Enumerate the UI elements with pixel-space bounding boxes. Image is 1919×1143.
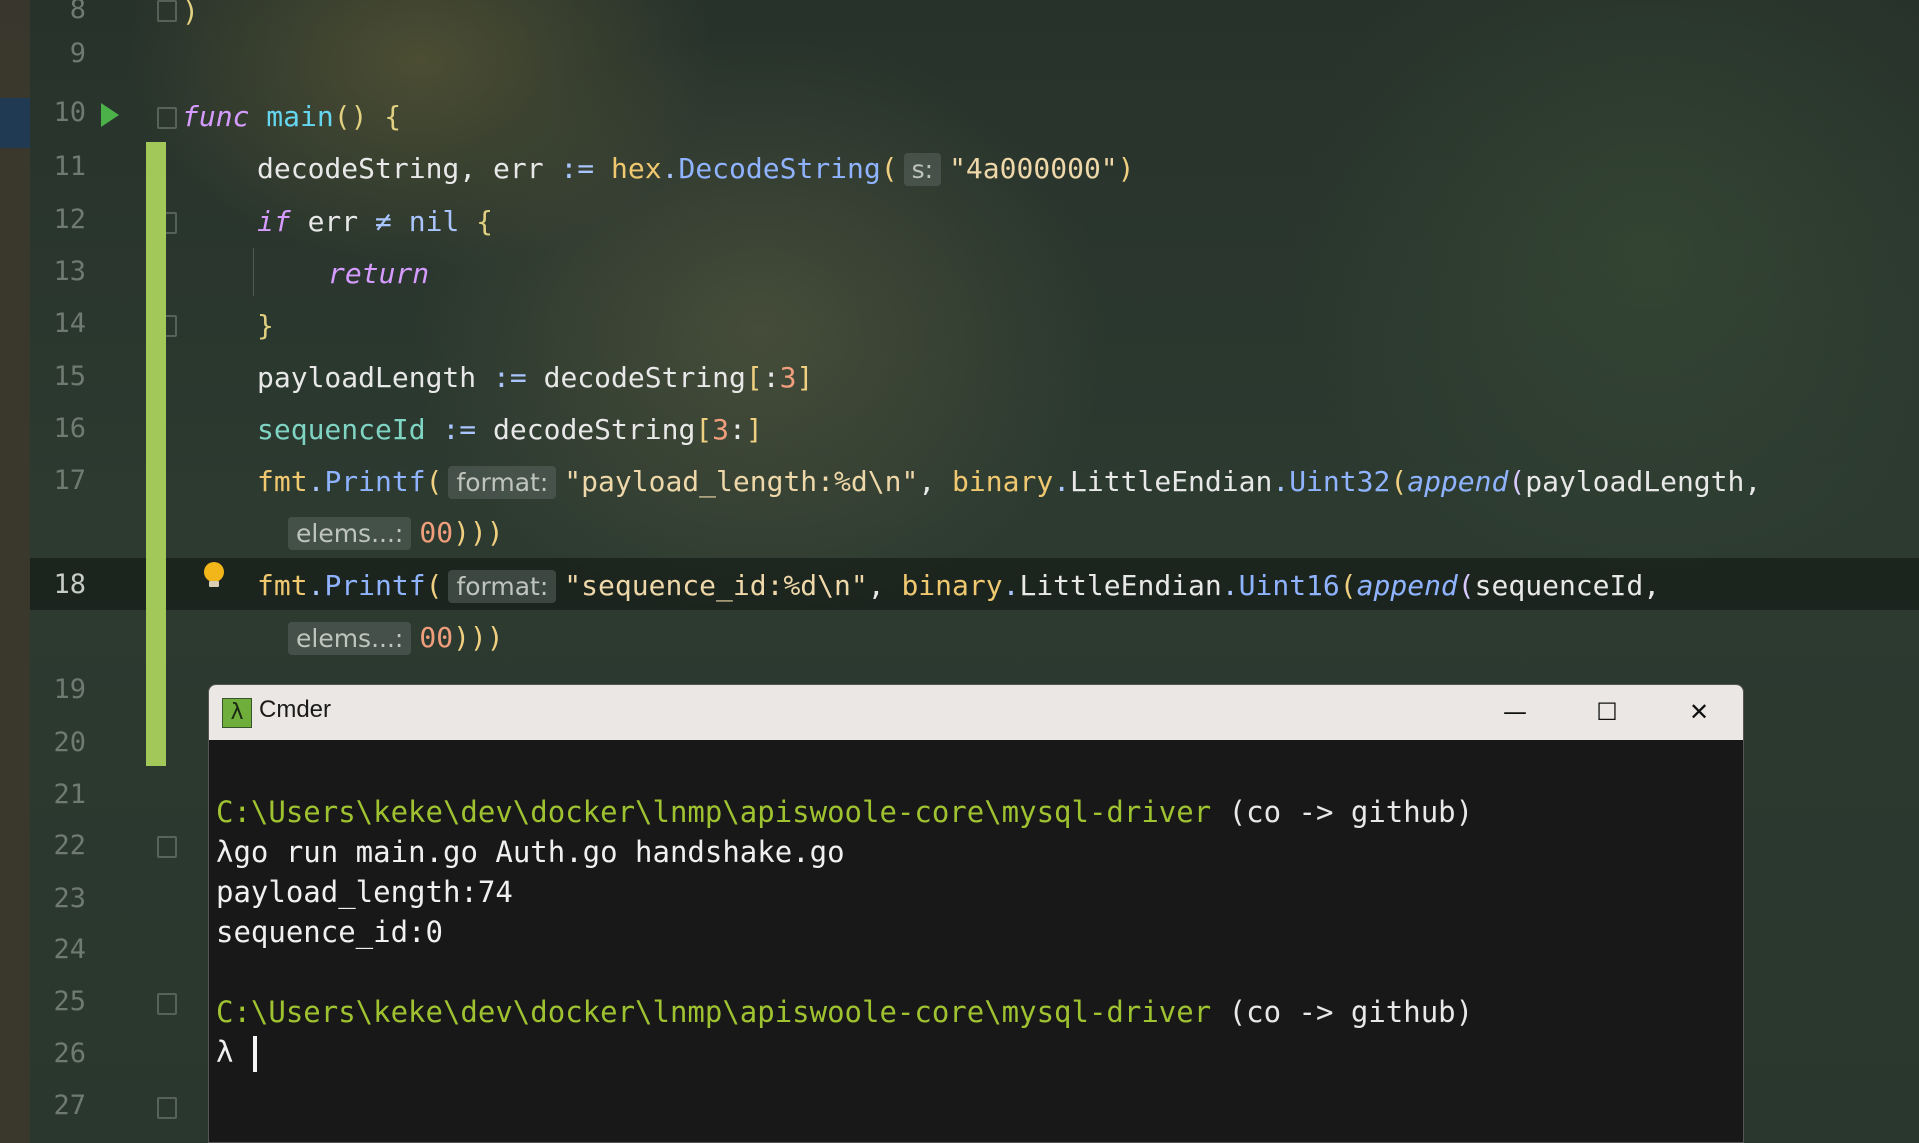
vcs-change-marker[interactable] (146, 142, 166, 766)
line-number: 16 (53, 413, 86, 444)
fold-icon[interactable] (157, 836, 177, 858)
window-title: Cmder (259, 696, 332, 723)
line-number: 9 (69, 38, 86, 69)
code-line[interactable]: elems...: 00))) (282, 618, 504, 658)
run-icon[interactable] (101, 103, 119, 127)
command-line: λgo run main.go Auth.go handshake.go (216, 835, 845, 869)
code-line[interactable]: fmt.Printf(format: "payload_length:%d\n",… (257, 462, 1761, 502)
terminal-output[interactable]: C:\Users\keke\dev\docker\lnmp\apiswoole-… (209, 740, 1743, 1142)
line-number: 18 (53, 569, 86, 600)
cmder-logo-icon: λ (222, 698, 252, 728)
close-button[interactable]: ✕ (1653, 685, 1743, 740)
code-line[interactable]: func main() { (182, 97, 401, 137)
parameter-hint: s: (903, 153, 942, 186)
window-title-bar[interactable]: λ Cmder — ☐ ✕ (209, 685, 1743, 740)
code-line[interactable]: } (257, 306, 274, 346)
code-line[interactable]: ) (182, 0, 199, 32)
line-number: 8 (69, 0, 86, 25)
line-number: 17 (53, 465, 86, 496)
text-cursor (252, 1036, 257, 1072)
line-number: 22 (53, 830, 86, 861)
tool-window-strip (0, 0, 30, 1143)
fold-icon[interactable] (157, 1097, 177, 1119)
line-number: 19 (53, 674, 86, 705)
line-number: 26 (53, 1038, 86, 1069)
code-line[interactable]: sequenceId := decodeString[3:] (257, 410, 763, 450)
code-line[interactable]: payloadLength := decodeString[:3] (257, 358, 813, 398)
input-line[interactable]: λ (216, 1032, 257, 1072)
line-number: 21 (53, 779, 86, 810)
code-line-current[interactable]: fmt.Printf(format: "sequence_id:%d\n", bi… (257, 566, 1660, 606)
line-number: 25 (53, 986, 86, 1017)
maximize-button[interactable]: ☐ (1561, 685, 1653, 740)
line-number: 10 (53, 97, 86, 128)
parameter-hint: elems...: (288, 517, 412, 550)
fold-icon[interactable] (157, 107, 177, 129)
line-number: 12 (53, 204, 86, 235)
parameter-hint: elems...: (288, 622, 412, 655)
lightbulb-icon[interactable] (202, 562, 226, 588)
code-line[interactable]: return (328, 254, 429, 294)
tool-window-active-marker[interactable] (0, 98, 30, 148)
indent-guide (253, 248, 254, 296)
minimize-button[interactable]: — (1469, 685, 1561, 740)
line-number: 27 (53, 1090, 86, 1121)
line-number: 24 (53, 934, 86, 965)
output-line: payload_length:74 (216, 875, 513, 909)
output-line: sequence_id:0 (216, 915, 443, 949)
fold-icon[interactable] (157, 993, 177, 1015)
line-number: 11 (53, 151, 86, 182)
code-line[interactable]: decodeString, err := hex.DecodeString(s:… (257, 149, 1135, 189)
prompt-line: C:\Users\keke\dev\docker\lnmp\apiswoole-… (216, 795, 1474, 829)
fold-icon[interactable] (157, 0, 177, 22)
prompt-line: C:\Users\keke\dev\docker\lnmp\apiswoole-… (216, 995, 1474, 1029)
code-line[interactable]: elems...: 00))) (282, 513, 504, 553)
line-number: 14 (53, 308, 86, 339)
line-number: 20 (53, 727, 86, 758)
cmder-window[interactable]: λ Cmder — ☐ ✕ C:\Users\keke\dev\docker\l… (208, 684, 1744, 1143)
parameter-hint: format: (448, 466, 557, 499)
line-number: 13 (53, 256, 86, 287)
parameter-hint: format: (448, 570, 557, 603)
line-number: 23 (53, 883, 86, 914)
line-number: 15 (53, 361, 86, 392)
code-line[interactable]: if err ≠ nil { (257, 202, 493, 242)
